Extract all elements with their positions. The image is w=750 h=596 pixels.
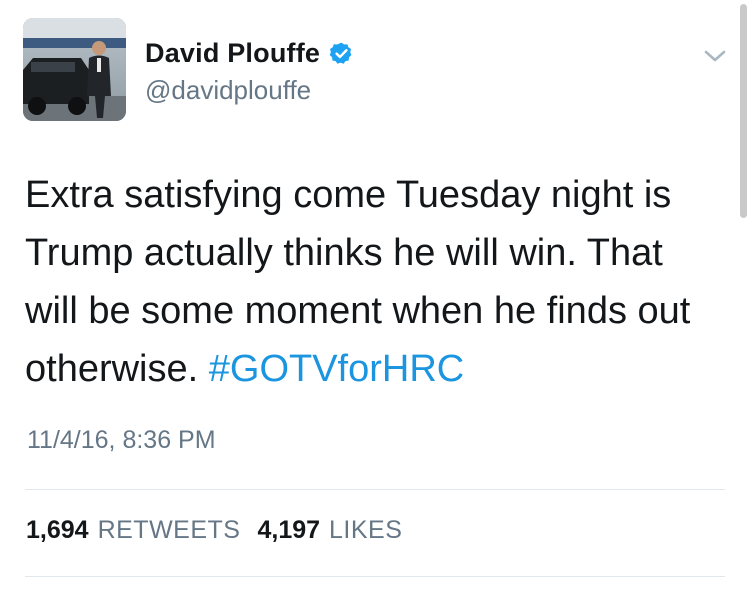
avatar[interactable] (23, 18, 126, 121)
likes-stat[interactable]: 4,197 LIKES (257, 516, 402, 545)
tweet-card: David Plouffe @davidplouffe Extra satisf… (0, 0, 750, 596)
tweet-text-line: Extra satisfying come Tuesday night is (25, 174, 672, 216)
verified-badge-icon (329, 41, 354, 66)
chevron-down-icon[interactable] (703, 46, 727, 66)
author-handle[interactable]: @davidplouffe (145, 75, 311, 106)
engagement-stats: 1,694 RETWEETS 4,197 LIKES (26, 516, 402, 545)
author-display-name[interactable]: David Plouffe (145, 38, 320, 69)
tweet-text-line: Trump actually thinks he will win. That (25, 232, 663, 274)
retweets-label: RETWEETS (97, 516, 241, 544)
tweet-text-line-last: otherwise. #GOTVforHRC (25, 340, 735, 398)
tweet-text-line: will be some moment when he finds out (25, 290, 691, 332)
scrollbar[interactable] (740, 4, 747, 218)
divider (25, 576, 725, 577)
tweet-timestamp[interactable]: 11/4/16, 8:36 PM (27, 426, 216, 455)
likes-label: LIKES (329, 516, 403, 544)
tweet-text-fragment: otherwise. (25, 348, 209, 390)
divider (25, 489, 725, 490)
retweets-stat[interactable]: 1,694 RETWEETS (26, 516, 240, 545)
author-name-row[interactable]: David Plouffe (145, 36, 354, 70)
hashtag-link[interactable]: #GOTVforHRC (209, 348, 464, 390)
tweet-text: Extra satisfying come Tuesday night is T… (25, 166, 735, 398)
retweets-count: 1,694 (26, 516, 89, 544)
likes-count: 4,197 (257, 516, 321, 544)
